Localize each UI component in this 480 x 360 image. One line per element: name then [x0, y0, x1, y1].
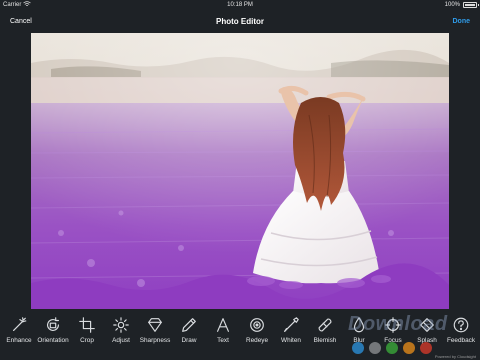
tool-redeye[interactable]: Redeye	[240, 312, 274, 360]
tool-adjust[interactable]: Adjust	[104, 312, 138, 360]
tool-focus[interactable]: Focus	[376, 312, 410, 360]
tool-blur-label: Blur	[353, 337, 365, 344]
tool-text-label: Text	[217, 337, 229, 344]
tool-adjust-label: Adjust	[112, 337, 130, 344]
tool-orientation-label: Orientation	[37, 337, 69, 344]
tool-crop-label: Crop	[80, 337, 94, 344]
tool-blemish-label: Blemish	[313, 337, 337, 344]
status-bar: Carrier 10:18 PM 100%	[0, 0, 480, 10]
tool-sharpness[interactable]: Sharpness	[138, 312, 172, 360]
focus-icon	[383, 315, 403, 335]
tool-whiten-label: Whiten	[281, 337, 301, 344]
photo-image	[31, 33, 449, 309]
whiten-brush-icon	[281, 315, 301, 335]
tool-splash-label: Splash	[417, 337, 437, 344]
diamond-icon	[145, 315, 165, 335]
status-time: 10:18 PM	[227, 2, 253, 8]
eye-icon	[247, 315, 267, 335]
done-button[interactable]: Done	[453, 18, 471, 25]
tool-crop[interactable]: Crop	[70, 312, 104, 360]
text-icon	[213, 315, 233, 335]
bandage-icon	[315, 315, 335, 335]
rotate-icon	[43, 315, 63, 335]
tool-blemish[interactable]: Blemish	[308, 312, 342, 360]
battery-icon	[463, 2, 479, 8]
tool-feedback[interactable]: Feedback	[444, 312, 478, 360]
tool-splash[interactable]: Splash	[410, 312, 444, 360]
crop-icon	[77, 315, 97, 335]
sun-icon	[111, 315, 131, 335]
pencil-icon	[179, 315, 199, 335]
tool-orientation[interactable]: Orientation	[36, 312, 70, 360]
tool-bar: Enhance Orientation Crop Adjust Sharpnes…	[0, 312, 480, 360]
tool-blur[interactable]: Blur	[342, 312, 376, 360]
photo-canvas[interactable]	[31, 33, 449, 309]
question-icon	[451, 315, 471, 335]
tool-focus-label: Focus	[384, 337, 402, 344]
nav-bar: Cancel Photo Editor Done	[0, 10, 480, 32]
tool-enhance[interactable]: Enhance	[2, 312, 36, 360]
tool-draw-label: Draw	[181, 337, 197, 344]
tool-feedback-label: Feedback	[446, 337, 476, 344]
cancel-button[interactable]: Cancel	[10, 18, 32, 25]
tool-draw[interactable]: Draw	[172, 312, 206, 360]
tool-whiten[interactable]: Whiten	[274, 312, 308, 360]
magic-wand-icon	[9, 315, 29, 335]
tool-redeye-label: Redeye	[245, 337, 269, 344]
drop-icon	[349, 315, 369, 335]
tool-enhance-label: Enhance	[6, 337, 32, 344]
splash-icon	[417, 315, 437, 335]
page-title: Photo Editor	[216, 16, 264, 26]
tool-text[interactable]: Text	[206, 312, 240, 360]
tool-sharpness-label: Sharpness	[139, 337, 171, 344]
